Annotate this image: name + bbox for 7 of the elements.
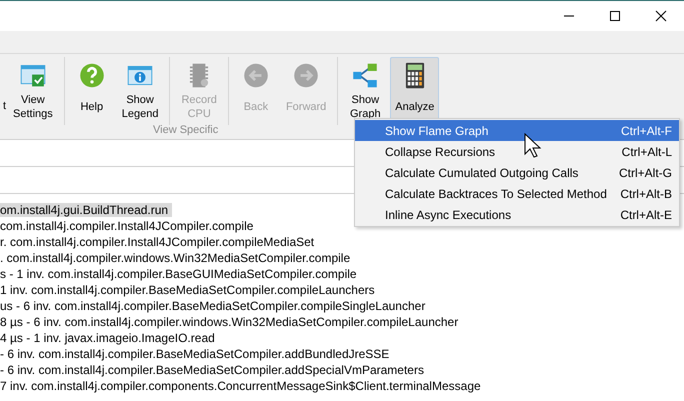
- button-label: t: [2, 100, 6, 112]
- shortcut-label: Ctrl+Alt-F: [621, 124, 672, 138]
- group-label: View Specific: [153, 124, 218, 136]
- shortcut-label: Ctrl+Alt-E: [620, 208, 672, 222]
- shortcut-label: Ctrl+Alt-L: [622, 144, 672, 158]
- shortcut-label: Ctrl+Alt-G: [618, 166, 672, 180]
- shortcut-label: Ctrl+Alt-B: [620, 186, 672, 200]
